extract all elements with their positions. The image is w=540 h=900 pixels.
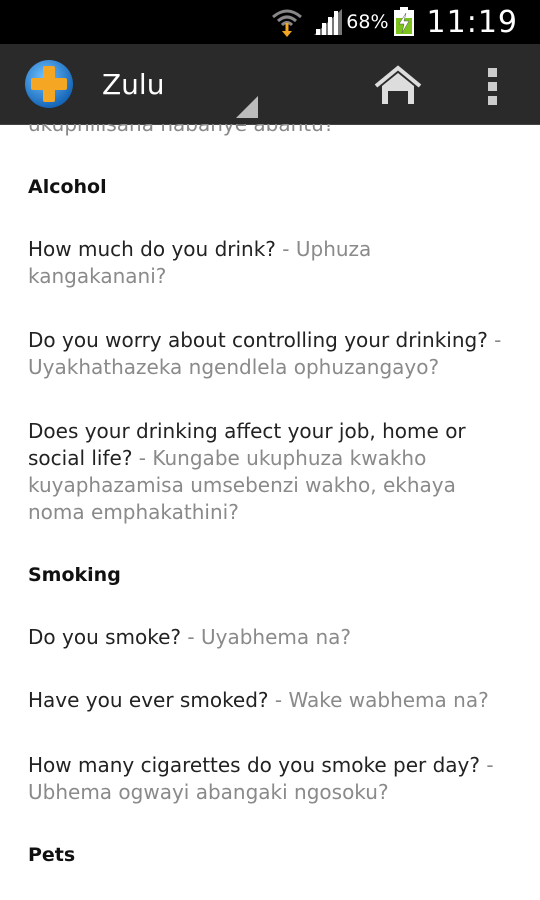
section-header-alcohol: Alcohol: [28, 176, 107, 198]
zulu-translation: Wake wabhema na?: [288, 688, 489, 712]
phrase-separator: -: [181, 625, 201, 649]
signal-strength-icon: [314, 9, 343, 35]
english-phrase: How much do you drink?: [28, 237, 276, 261]
english-phrase: Do you smoke?: [28, 625, 182, 649]
phrase-list[interactable]: ukuphilisana nabanye abantu? Alcohol How…: [0, 124, 540, 900]
medical-cross-logo-icon[interactable]: [24, 59, 74, 109]
page-title[interactable]: Zulu: [102, 68, 164, 101]
phrase-item[interactable]: How much do you drink? - Uphuza kangakan…: [28, 236, 508, 290]
phrase-item[interactable]: Do you smoke? - Uyabhema na?: [28, 624, 508, 651]
zulu-translation: Uyakhathazeka ngendlela ophuzangayo?: [28, 355, 440, 379]
phrase-separator: -: [487, 328, 502, 352]
cut-off-phrase: ukuphilisana nabanye abantu?: [28, 124, 335, 136]
phrase-item[interactable]: Do you worry about controlling your drin…: [28, 327, 508, 381]
phrase-separator: -: [275, 237, 296, 261]
zulu-translation: Ubhema ogwayi abangaki ngosoku?: [28, 780, 389, 804]
phrase-separator: -: [480, 753, 494, 777]
clock: 11:19: [426, 4, 518, 40]
overflow-menu-icon[interactable]: [478, 64, 508, 108]
zulu-translation: Uyabhema na?: [200, 625, 352, 649]
action-bar: Zulu: [0, 44, 540, 125]
section-header-pets: Pets: [28, 844, 76, 866]
section-header-smoking: Smoking: [28, 564, 121, 586]
status-icons: 68% 11:19: [270, 0, 518, 44]
dropdown-indicator-icon: [236, 96, 258, 118]
phrase-separator: -: [268, 688, 289, 712]
home-icon[interactable]: [372, 64, 424, 108]
english-phrase: How many cigarettes do you smoke per day…: [28, 753, 481, 777]
phrase-separator: -: [132, 446, 153, 470]
battery-charging-icon: [393, 7, 414, 36]
wifi-icon: [272, 9, 303, 37]
phrase-item[interactable]: Have you ever smoked? - Wake wabhema na?: [28, 687, 508, 714]
phrase-item[interactable]: Does your drinking affect your job, home…: [28, 418, 508, 526]
english-phrase: Do you worry about controlling your drin…: [28, 328, 488, 352]
status-bar: 68% 11:19: [0, 0, 540, 44]
english-phrase: Have you ever smoked?: [28, 688, 269, 712]
phrase-item[interactable]: How many cigarettes do you smoke per day…: [28, 752, 508, 806]
battery-percentage: 68%: [346, 11, 389, 33]
